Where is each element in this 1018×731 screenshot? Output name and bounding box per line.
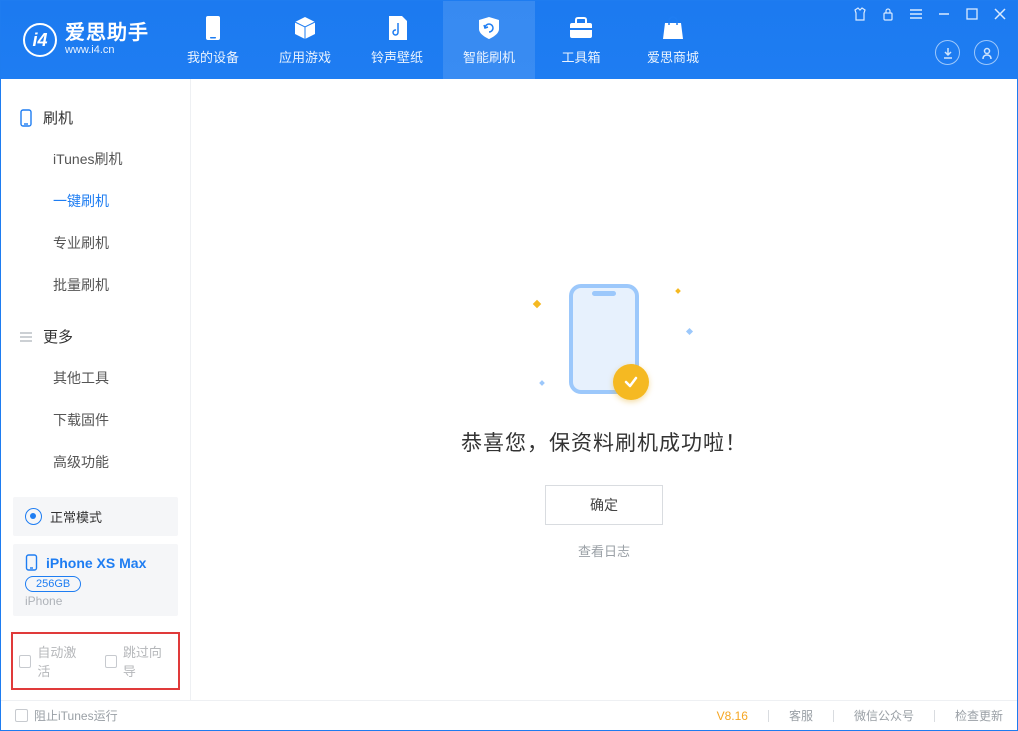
sidebar-item-other-tools[interactable]: 其他工具 (1, 357, 190, 399)
app-logo: i4 爱思助手 www.i4.cn (1, 1, 167, 79)
shield-refresh-icon (476, 15, 502, 41)
header-round-buttons (935, 40, 999, 65)
nav-label: 铃声壁纸 (371, 47, 423, 66)
phone-icon (25, 554, 38, 571)
checkbox-label: 自动激活 (37, 642, 86, 680)
device-name-label: iPhone XS Max (46, 555, 146, 571)
check-update-link[interactable]: 检查更新 (955, 707, 1003, 724)
checkbox-auto-activate[interactable]: 自动激活 (19, 642, 87, 680)
mode-label: 正常模式 (50, 507, 102, 526)
sidebar-item-download-firmware[interactable]: 下载固件 (1, 399, 190, 441)
device-icon (200, 15, 226, 41)
sidebar-item-itunes-flash[interactable]: iTunes刷机 (1, 138, 190, 180)
checkbox-label: 跳过向导 (123, 642, 172, 680)
nav-label: 我的设备 (187, 47, 239, 66)
device-type-label: iPhone (25, 594, 166, 608)
nav-label: 应用游戏 (279, 47, 331, 66)
nav-label: 爱思商城 (647, 47, 699, 66)
checkmark-badge-icon (613, 364, 649, 400)
version-label: V8.16 (717, 709, 748, 723)
support-link[interactable]: 客服 (789, 707, 813, 724)
wechat-link[interactable]: 微信公众号 (854, 707, 914, 724)
titlebar: i4 爱思助手 www.i4.cn 我的设备 应用游戏 铃声壁纸 智能刷机 工具… (1, 1, 1017, 79)
cube-icon (292, 15, 318, 41)
sparkle-icon (533, 300, 541, 308)
phone-icon (19, 109, 33, 127)
device-card[interactable]: iPhone XS Max 256GB iPhone (13, 544, 178, 616)
highlighted-options-box: 自动激活 跳过向导 (11, 632, 180, 690)
main-content: 恭喜您，保资料刷机成功啦！ 确定 查看日志 (191, 79, 1017, 700)
sidebar-group-label: 更多 (43, 326, 73, 347)
sidebar-item-batch-flash[interactable]: 批量刷机 (1, 264, 190, 306)
shopping-bag-icon (660, 15, 686, 41)
success-message: 恭喜您，保资料刷机成功啦！ (461, 427, 747, 457)
nav-ringtones-wallpaper[interactable]: 铃声壁纸 (351, 1, 443, 79)
app-subtitle: www.i4.cn (65, 44, 149, 57)
sparkle-icon (539, 380, 545, 386)
nav-apps-games[interactable]: 应用游戏 (259, 1, 351, 79)
block-itunes-label[interactable]: 阻止iTunes运行 (34, 707, 118, 724)
download-button[interactable] (935, 40, 960, 65)
nav-smart-flash[interactable]: 智能刷机 (443, 1, 535, 79)
app-title: 爱思助手 (65, 22, 149, 44)
device-panel: 正常模式 iPhone XS Max 256GB iPhone (13, 497, 178, 616)
maximize-button[interactable] (965, 7, 979, 21)
list-icon (19, 331, 33, 343)
success-illustration (534, 279, 674, 399)
logo-icon: i4 (23, 23, 57, 57)
profile-button[interactable] (974, 40, 999, 65)
sparkle-icon (686, 328, 693, 335)
device-storage-badge: 256GB (25, 576, 81, 592)
music-file-icon (384, 15, 410, 41)
close-button[interactable] (993, 7, 1007, 21)
checkbox-skip-guide[interactable]: 跳过向导 (105, 642, 173, 680)
minimize-button[interactable] (937, 7, 951, 21)
view-log-link[interactable]: 查看日志 (578, 541, 630, 560)
checkbox-icon (105, 655, 117, 668)
sidebar-item-oneclick-flash[interactable]: 一键刷机 (1, 180, 190, 222)
checkbox-icon (19, 655, 31, 668)
ok-button[interactable]: 确定 (545, 485, 663, 525)
lock-icon[interactable] (881, 7, 895, 21)
sidebar: 刷机 iTunes刷机 一键刷机 专业刷机 批量刷机 更多 其他工具 下载固件 … (1, 79, 191, 700)
checkbox-icon[interactable] (15, 709, 28, 722)
sidebar-item-advanced[interactable]: 高级功能 (1, 441, 190, 483)
sparkle-icon (675, 288, 681, 294)
window-controls (853, 7, 1007, 21)
nav-my-device[interactable]: 我的设备 (167, 1, 259, 79)
nav-toolbox[interactable]: 工具箱 (535, 1, 627, 79)
nav-store[interactable]: 爱思商城 (627, 1, 719, 79)
nav-label: 工具箱 (561, 47, 600, 66)
mode-dot-icon (25, 508, 42, 525)
menu-icon[interactable] (909, 7, 923, 21)
statusbar: 阻止iTunes运行 V8.16 客服 微信公众号 检查更新 (1, 700, 1017, 730)
top-nav: 我的设备 应用游戏 铃声壁纸 智能刷机 工具箱 爱思商城 (167, 1, 719, 79)
toolbox-icon (568, 15, 594, 41)
sidebar-group-label: 刷机 (43, 107, 73, 128)
sidebar-item-pro-flash[interactable]: 专业刷机 (1, 222, 190, 264)
nav-label: 智能刷机 (463, 47, 515, 66)
sidebar-group-flash: 刷机 (1, 97, 190, 138)
mode-bar[interactable]: 正常模式 (13, 497, 178, 536)
phone-icon (569, 284, 639, 394)
shirt-icon[interactable] (853, 7, 867, 21)
sidebar-group-more: 更多 (1, 316, 190, 357)
